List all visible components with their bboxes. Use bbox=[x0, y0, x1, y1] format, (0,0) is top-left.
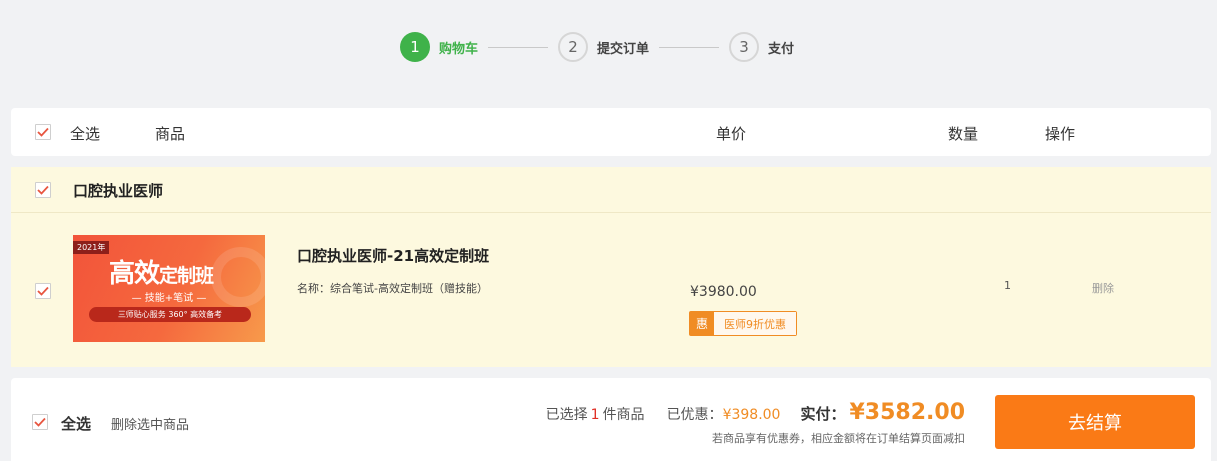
header-product: 商品 bbox=[155, 125, 186, 143]
step-1-circle: 1 bbox=[400, 32, 430, 62]
discount-tag: 惠 医师9折优惠 bbox=[689, 311, 797, 336]
header-quantity: 数量 bbox=[948, 125, 979, 143]
footer-select-all-checkbox[interactable] bbox=[32, 414, 48, 430]
group-checkbox[interactable] bbox=[35, 182, 51, 198]
step-2-label: 提交订单 bbox=[597, 41, 650, 57]
group-header: 口腔执业医师 bbox=[11, 167, 1211, 213]
check-icon bbox=[34, 417, 46, 427]
checkout-steps: 1 购物车 2 提交订单 3 支付 bbox=[400, 32, 794, 62]
product-image-title-a: 高效 bbox=[109, 259, 160, 289]
check-icon bbox=[37, 286, 49, 296]
selected-count-text: 已选择 1 件商品 bbox=[546, 404, 645, 424]
discount-badge: 惠 bbox=[690, 312, 714, 335]
product-image-year: 2021年 bbox=[73, 241, 110, 254]
cart-header: 全选 商品 单价 数量 操作 bbox=[11, 108, 1211, 156]
step-1-label: 购物车 bbox=[439, 41, 479, 57]
step-3-circle: 3 bbox=[729, 32, 760, 62]
product-name[interactable]: 口腔执业医师-21高效定制班 bbox=[297, 245, 489, 266]
selected-suffix: 件商品 bbox=[602, 407, 645, 423]
unit-price: ¥3980.00 bbox=[690, 284, 757, 300]
select-all-checkbox[interactable] bbox=[35, 124, 51, 140]
pay-label: 实付： bbox=[800, 405, 846, 423]
group-title: 口腔执业医师 bbox=[73, 182, 164, 200]
check-icon bbox=[37, 185, 49, 195]
footer-select-all-label[interactable]: 全选 bbox=[61, 413, 91, 434]
saved-value: ¥398.00 bbox=[722, 407, 781, 423]
delete-item-button[interactable]: 删除 bbox=[1092, 280, 1114, 296]
cart-footer: 全选 删除选中商品 已选择 1 件商品 已优惠： ¥398.00 实付： ¥3582… bbox=[11, 378, 1211, 461]
header-unit-price: 单价 bbox=[716, 125, 747, 143]
check-icon bbox=[37, 127, 49, 137]
item-quantity: 1 bbox=[1004, 279, 1011, 292]
step-divider bbox=[488, 46, 549, 48]
header-action: 操作 bbox=[1045, 125, 1076, 143]
step-3-label: 支付 bbox=[768, 41, 795, 57]
discount-text: 医师9折优惠 bbox=[714, 312, 796, 335]
item-checkbox[interactable] bbox=[35, 283, 51, 299]
saved-label: 已优惠： bbox=[666, 407, 723, 423]
delete-selected-button[interactable]: 删除选中商品 bbox=[111, 414, 189, 433]
pay-total: ¥3582.00 bbox=[849, 400, 965, 425]
product-spec: 名称：综合笔试-高效定制班（赠技能） bbox=[297, 282, 488, 295]
product-image-title: 高效定制班 bbox=[109, 253, 214, 290]
product-image-bar: 三师贴心服务 360° 高效备考 bbox=[89, 307, 251, 322]
header-select-all-label: 全选 bbox=[70, 125, 101, 143]
selected-prefix: 已选择 bbox=[545, 407, 588, 423]
step-2-circle: 2 bbox=[558, 32, 589, 62]
checkout-button[interactable]: 去结算 bbox=[995, 395, 1195, 449]
product-image-title-b: 定制班 bbox=[159, 265, 214, 287]
order-summary: 已选择 1 件商品 已优惠： ¥398.00 实付： ¥3582.00 bbox=[546, 400, 965, 425]
coupon-note: 若商品享有优惠券，相应金额将在订单结算页面减扣 bbox=[712, 432, 965, 445]
selected-count: 1 bbox=[590, 407, 600, 423]
product-image[interactable]: 2021年 高效定制班 — 技能+笔试 — 三师贴心服务 360° 高效备考 bbox=[73, 235, 265, 342]
cart-group: 口腔执业医师 2021年 高效定制班 — 技能+笔试 — 三师贴心服务 360°… bbox=[11, 167, 1211, 367]
product-image-subtitle: — 技能+笔试 — bbox=[131, 293, 207, 304]
step-divider bbox=[659, 46, 720, 48]
